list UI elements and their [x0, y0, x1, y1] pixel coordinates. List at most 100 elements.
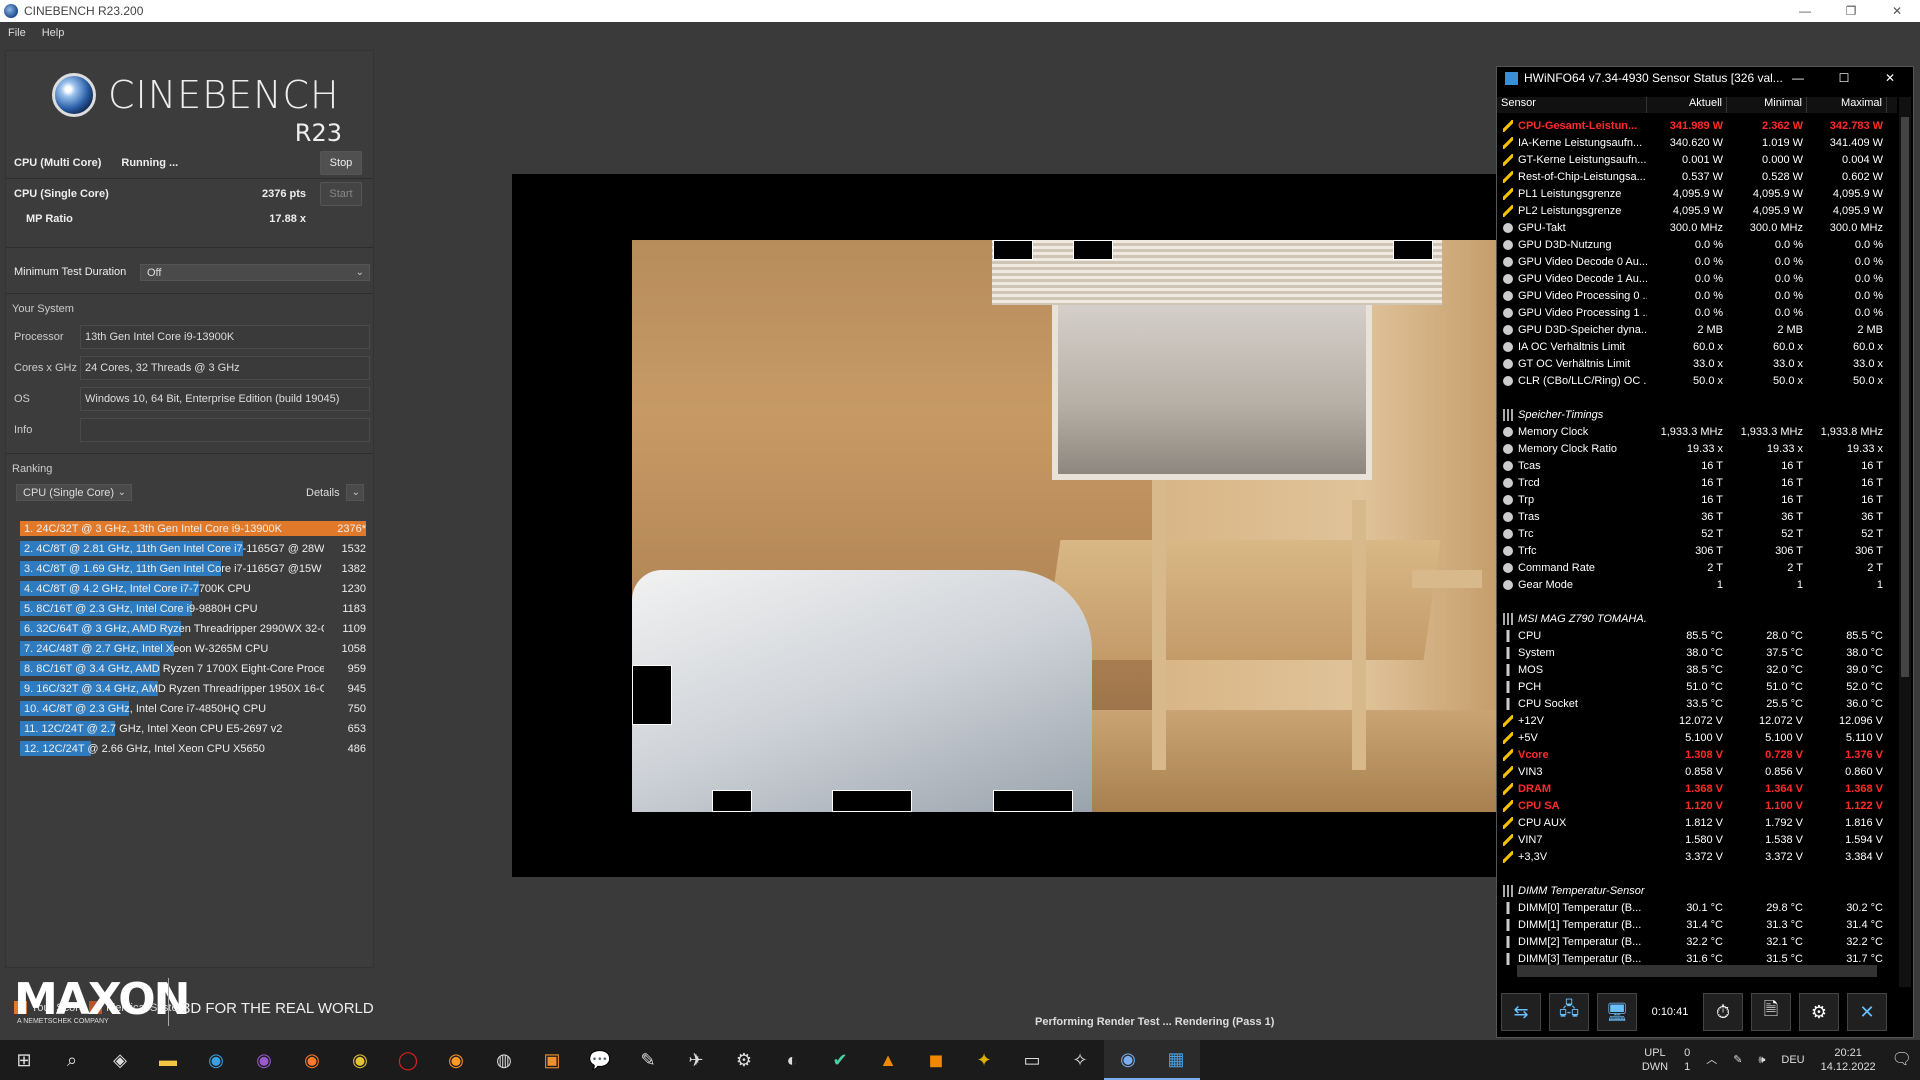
app-icon[interactable]: ◐	[768, 1040, 816, 1080]
firefox-icon[interactable]: ◉	[432, 1040, 480, 1080]
ranking-item[interactable]: 7. 24C/48T @ 2.7 GHz, Intel Xeon W-3265M…	[16, 640, 366, 657]
sensor-row[interactable]: MOS 38.5 °C 32.0 °C 39.0 °C	[1497, 661, 1897, 678]
explorer-icon[interactable]: ▬	[144, 1040, 192, 1080]
ranking-item[interactable]: 3. 4C/8T @ 1.69 GHz, 11th Gen Intel Core…	[16, 560, 366, 577]
windows-start-icon[interactable]: ⊞	[0, 1040, 48, 1080]
ranking-item[interactable]: 4. 4C/8T @ 4.2 GHz, Intel Core i7-7700K …	[16, 580, 366, 597]
sensor-row[interactable]: GPU D3D-Nutzung 0.0 % 0.0 % 0.0 %	[1497, 236, 1897, 253]
sensor-row[interactable]: Memory Clock Ratio 19.33 x 19.33 x 19.33 x	[1497, 440, 1897, 457]
stop-button[interactable]: Stop	[320, 151, 362, 175]
sensor-row[interactable]: Tras 36 T 36 T 36 T	[1497, 508, 1897, 525]
volume-icon[interactable]: 🕪	[1750, 1053, 1773, 1067]
sensor-row[interactable]: GT-Kerne Leistungsaufn... 0.001 W 0.000 W 0…	[1497, 151, 1897, 168]
sensor-row[interactable]: +3,3V 3.372 V 3.372 V 3.384 V	[1497, 848, 1897, 865]
start-button[interactable]: Start	[320, 182, 362, 206]
sensor-row[interactable]: Rest-of-Chip-Leistungsa... 0.537 W 0.528 W…	[1497, 168, 1897, 185]
app-icon[interactable]: ◈	[96, 1040, 144, 1080]
ranking-item[interactable]: 10. 4C/8T @ 2.3 GHz, Intel Core i7-4850H…	[16, 700, 366, 717]
sensor-row[interactable]: Trfc 306 T 306 T 306 T	[1497, 542, 1897, 559]
close-icon[interactable]: ✕	[1874, 0, 1920, 22]
restore-icon[interactable]: ❐	[1828, 0, 1874, 22]
app-icon[interactable]: ▣	[528, 1040, 576, 1080]
sensor-row[interactable]: GPU Video Processing 0 ... 0.0 % 0.0 % 0.0 …	[1497, 287, 1897, 304]
sensor-row[interactable]: GPU Video Processing 1 ... 0.0 % 0.0 % 0.0 …	[1497, 304, 1897, 321]
arrows-icon[interactable]: ⇆	[1501, 993, 1541, 1031]
edge-icon[interactable]: ◉	[192, 1040, 240, 1080]
sensor-row[interactable]: System 38.0 °C 37.5 °C 38.0 °C	[1497, 644, 1897, 661]
sensor-row[interactable]: DIMM[2] Temperatur (B... 32.2 °C 32.1 °C 32…	[1497, 933, 1897, 950]
minimize-icon[interactable]: —	[1775, 67, 1821, 89]
sensor-group[interactable]: Speicher-Timings	[1497, 406, 1897, 423]
header-current[interactable]: Aktuell	[1647, 97, 1727, 113]
notification-icon[interactable]: 🗨	[1884, 1052, 1920, 1068]
clock-icon[interactable]: ⏱	[1703, 993, 1743, 1031]
sensor-row[interactable]: +12V 12.072 V 12.072 V 12.096 V	[1497, 712, 1897, 729]
ranking-item[interactable]: 1. 24C/32T @ 3 GHz, 13th Gen Intel Core …	[16, 520, 366, 537]
report-icon[interactable]: 🗎	[1751, 993, 1791, 1031]
sensor-row[interactable]: Command Rate 2 T 2 T 2 T	[1497, 559, 1897, 576]
ranking-item[interactable]: 2. 4C/8T @ 2.81 GHz, 11th Gen Intel Core…	[16, 540, 366, 557]
sensor-row[interactable]: VIN7 1.580 V 1.538 V 1.594 V	[1497, 831, 1897, 848]
sensor-row[interactable]: IA OC Verhältnis Limit 60.0 x 60.0 x 60.0 x	[1497, 338, 1897, 355]
firefox-icon[interactable]: ◉	[288, 1040, 336, 1080]
ranking-item[interactable]: 8. 8C/16T @ 3.4 GHz, AMD Ryzen 7 1700X E…	[16, 660, 366, 677]
horizontal-scrollbar[interactable]	[1517, 965, 1877, 977]
lang-indicator[interactable]: UPL DWN	[1634, 1046, 1676, 1074]
sensor-row[interactable]: +5V 5.100 V 5.100 V 5.110 V	[1497, 729, 1897, 746]
min-duration-dropdown[interactable]: Off ⌄	[140, 264, 370, 281]
app-icon[interactable]: ◍	[480, 1040, 528, 1080]
vertical-scrollbar[interactable]	[1899, 97, 1911, 987]
opera-icon[interactable]: ◯	[384, 1040, 432, 1080]
app-icon[interactable]: ◼	[912, 1040, 960, 1080]
sensor-row[interactable]: VIN3 0.858 V 0.856 V 0.860 V	[1497, 763, 1897, 780]
sensor-row[interactable]: CLR (CBo/LLC/Ring) OC ... 50.0 x 50.0 x 50.…	[1497, 372, 1897, 389]
sensor-row[interactable]: CPU 85.5 °C 28.0 °C 85.5 °C	[1497, 627, 1897, 644]
sensor-row[interactable]: GPU-Takt 300.0 MHz 300.0 MHz 300.0 MHz	[1497, 219, 1897, 236]
cinebench-taskbar-icon[interactable]: ◉	[1104, 1040, 1152, 1080]
ranking-selector[interactable]: CPU (Single Core) ⌄	[16, 484, 132, 501]
vlc-icon[interactable]: ▲	[864, 1040, 912, 1080]
sensor-row[interactable]: CPU-Gesamt-Leistun... 341.989 W 2.362 W 342…	[1497, 117, 1897, 134]
menu-file[interactable]: File	[8, 27, 26, 39]
app-icon[interactable]: ▭	[1008, 1040, 1056, 1080]
minimize-icon[interactable]: —	[1782, 0, 1828, 22]
sensor-row[interactable]: Trc 52 T 52 T 52 T	[1497, 525, 1897, 542]
sensor-group[interactable]: MSI MAG Z790 TOMAHA...	[1497, 610, 1897, 627]
monitors-icon[interactable]: 🖥	[1597, 993, 1637, 1031]
sensor-row[interactable]: Vcore 1.308 V 0.728 V 1.376 V	[1497, 746, 1897, 763]
chevron-up-icon[interactable]: ︿	[1698, 1053, 1725, 1067]
counter-indicator[interactable]: 0 1	[1676, 1046, 1698, 1074]
chat-icon[interactable]: 💬	[576, 1040, 624, 1080]
ranking-item[interactable]: 6. 32C/64T @ 3 GHz, AMD Ryzen Threadripp…	[16, 620, 366, 637]
notepad-icon[interactable]: ✎	[624, 1040, 672, 1080]
scroll-thumb[interactable]	[1901, 117, 1909, 677]
app-icon[interactable]: ✦	[960, 1040, 1008, 1080]
sensor-row[interactable]: PL2 Leistungsgrenze 4,095.9 W 4,095.9 W 4,0…	[1497, 202, 1897, 219]
ranking-item[interactable]: 5. 8C/16T @ 2.3 GHz, Intel Core i9-9880H…	[16, 600, 366, 617]
app-icon[interactable]: ✔	[816, 1040, 864, 1080]
sensor-row[interactable]: CPU Socket 33.5 °C 25.5 °C 36.0 °C	[1497, 695, 1897, 712]
pen-icon[interactable]: ✎	[1725, 1053, 1750, 1067]
sensor-row[interactable]: DIMM[0] Temperatur (B... 30.1 °C 29.8 °C 30…	[1497, 899, 1897, 916]
close-icon[interactable]: ✕	[1847, 993, 1887, 1031]
sensor-row[interactable]: Trp 16 T 16 T 16 T	[1497, 491, 1897, 508]
sensor-row[interactable]: GPU D3D-Speicher dyna... 2 MB 2 MB 2 MB	[1497, 321, 1897, 338]
info-input[interactable]	[80, 418, 370, 442]
sensor-row[interactable]: Trcd 16 T 16 T 16 T	[1497, 474, 1897, 491]
header-min[interactable]: Minimal	[1727, 97, 1807, 113]
sensor-row[interactable]: GT OC Verhältnis Limit 33.0 x 33.0 x 33.0 x	[1497, 355, 1897, 372]
app-icon[interactable]: ✈	[672, 1040, 720, 1080]
sensor-group[interactable]: DIMM Temperatur-Sensor	[1497, 882, 1897, 899]
app-icon[interactable]: ◉	[240, 1040, 288, 1080]
gear-icon[interactable]: ⚙	[1799, 993, 1839, 1031]
hwinfo-taskbar-icon[interactable]: ▦	[1152, 1040, 1200, 1080]
sensor-row[interactable]: DRAM 1.368 V 1.364 V 1.368 V	[1497, 780, 1897, 797]
sensor-row[interactable]: Memory Clock 1,933.3 MHz 1,933.3 MHz 1,933.…	[1497, 423, 1897, 440]
settings-icon[interactable]: ⚙	[720, 1040, 768, 1080]
sensor-row[interactable]: GPU Video Decode 1 Au... 0.0 % 0.0 % 0.0 %	[1497, 270, 1897, 287]
chrome-icon[interactable]: ◉	[336, 1040, 384, 1080]
ranking-item[interactable]: 12. 12C/24T @ 2.66 GHz, Intel Xeon CPU X…	[16, 740, 366, 757]
ranking-item[interactable]: 11. 12C/24T @ 2.7 GHz, Intel Xeon CPU E5…	[16, 720, 366, 737]
maximize-icon[interactable]: ☐	[1821, 67, 1867, 89]
menu-help[interactable]: Help	[42, 27, 65, 39]
